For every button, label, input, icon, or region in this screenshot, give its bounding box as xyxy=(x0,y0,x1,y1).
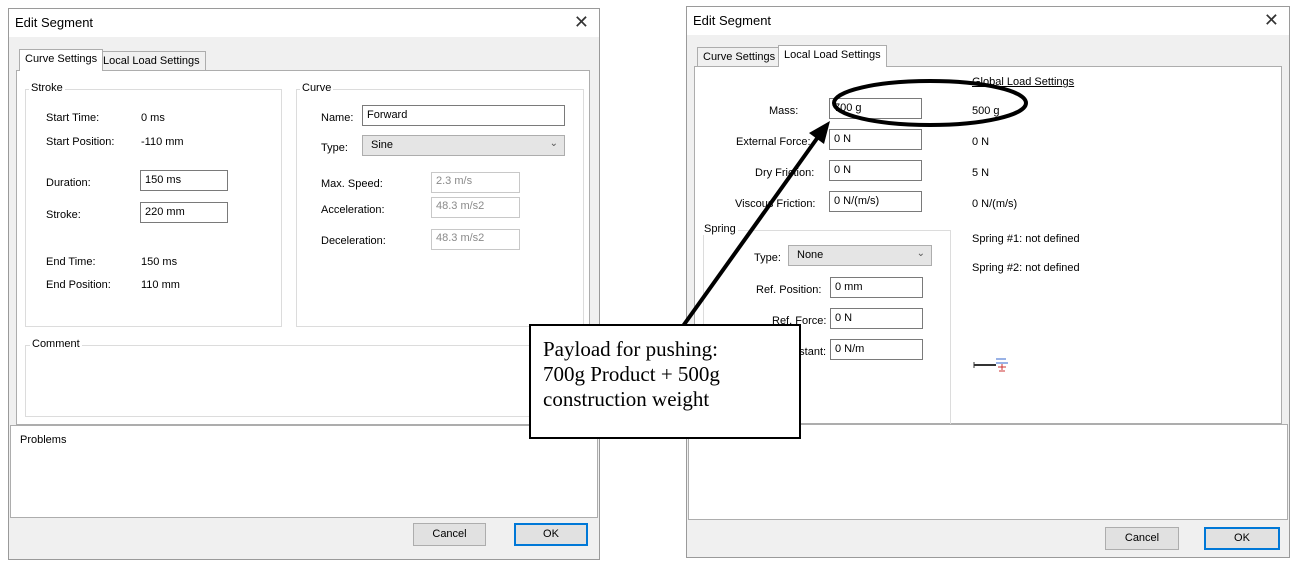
end-position-label: End Position: xyxy=(46,279,111,291)
edit-segment-dialog-left: Edit Segment ✕ Curve Settings Local Load… xyxy=(8,8,600,560)
ok-button[interactable]: OK xyxy=(514,523,588,546)
dry-friction-label: Dry Friction: xyxy=(755,167,815,179)
spring-type-select[interactable]: None ⌄ xyxy=(788,245,932,266)
comment-group[interactable]: Comment xyxy=(25,338,584,417)
title-bar: Edit Segment ✕ xyxy=(9,9,599,37)
tab-panel-curve-settings: Stroke Start Time: 0 ms Start Position: … xyxy=(16,70,590,425)
type-label: Type: xyxy=(321,142,348,154)
ok-button[interactable]: OK xyxy=(1204,527,1280,550)
name-label: Name: xyxy=(321,112,354,124)
chevron-down-icon: ⌄ xyxy=(549,138,558,149)
acceleration-label: Acceleration: xyxy=(321,204,385,216)
ref-position-label: Ref. Position: xyxy=(756,284,822,296)
tab-local-load-settings[interactable]: Local Load Settings xyxy=(778,45,887,67)
global-load-settings-header: Global Load Settings xyxy=(972,76,1075,88)
close-icon[interactable]: ✕ xyxy=(574,12,589,33)
mass-label: Mass: xyxy=(769,105,799,117)
comment-group-label: Comment xyxy=(30,338,82,350)
global-dry-friction-value: 5 N xyxy=(972,167,990,179)
tab-curve-settings[interactable]: Curve Settings xyxy=(697,47,782,67)
spring-group-label: Spring xyxy=(702,223,738,235)
callout-line-2: 700g Product + 500g xyxy=(543,362,720,386)
duration-input[interactable]: 150 ms xyxy=(140,170,228,191)
cancel-button[interactable]: Cancel xyxy=(1105,527,1179,550)
max-speed-label: Max. Speed: xyxy=(321,178,383,190)
name-input[interactable]: Forward xyxy=(362,105,565,126)
curve-group: Curve Name: Forward Type: Sine ⌄ Max. Sp… xyxy=(296,82,584,327)
close-icon[interactable]: ✕ xyxy=(1264,10,1279,31)
duration-label: Duration: xyxy=(46,177,91,189)
start-time-label: Start Time: xyxy=(46,112,100,124)
edit-segment-dialog-right: Edit Segment ✕ Curve Settings Local Load… xyxy=(686,6,1290,558)
end-position-value: 110 mm xyxy=(141,279,180,291)
external-force-label: External Force: xyxy=(736,136,811,148)
stroke-input[interactable]: 220 mm xyxy=(140,202,228,223)
spring1-status: Spring #1: not defined xyxy=(972,233,1080,245)
start-position-value: -110 mm xyxy=(141,136,184,148)
tab-curve-settings[interactable]: Curve Settings xyxy=(19,49,104,71)
start-position-label: Start Position: xyxy=(46,136,115,148)
external-force-input[interactable]: 0 N xyxy=(829,129,922,150)
callout-line-1: Payload for pushing: xyxy=(543,337,718,361)
stroke-label: Stroke: xyxy=(46,209,81,221)
spring-diagram-icon xyxy=(973,358,1008,372)
max-speed-field: 2.3 m/s xyxy=(431,172,520,193)
problems-panel: Problems xyxy=(10,425,598,518)
stroke-group: Stroke Start Time: 0 ms Start Position: … xyxy=(25,82,282,327)
tab-local-load-settings[interactable]: Local Load Settings xyxy=(97,51,206,71)
dry-friction-input[interactable]: 0 N xyxy=(829,160,922,181)
spring-type-label: Type: xyxy=(754,252,781,264)
cancel-button[interactable]: Cancel xyxy=(413,523,486,546)
chevron-down-icon: ⌄ xyxy=(916,248,925,259)
dialog-title: Edit Segment xyxy=(15,15,94,30)
global-viscous-friction-value: 0 N/(m/s) xyxy=(972,198,1018,210)
end-time-label: End Time: xyxy=(46,256,96,268)
spring-type-value: None xyxy=(797,249,824,261)
viscous-friction-label: Viscous Friction: xyxy=(735,198,816,210)
spring2-status: Spring #2: not defined xyxy=(972,262,1080,274)
constant-input[interactable]: 0 N/m xyxy=(830,339,923,360)
ref-position-input[interactable]: 0 mm xyxy=(830,277,923,298)
curve-group-label: Curve xyxy=(300,82,334,94)
end-time-value: 150 ms xyxy=(141,256,178,268)
title-bar: Edit Segment ✕ xyxy=(687,7,1289,35)
acceleration-field: 48.3 m/s2 xyxy=(431,197,520,218)
dialog-title: Edit Segment xyxy=(693,13,772,28)
callout-line-3: construction weight xyxy=(543,387,710,411)
deceleration-label: Deceleration: xyxy=(321,235,386,247)
annotation-callout: Payload for pushing: 700g Product + 500g… xyxy=(529,324,801,439)
type-select-value: Sine xyxy=(371,139,394,151)
problems-label: Problems xyxy=(20,434,67,446)
viscous-friction-input[interactable]: 0 N/(m/s) xyxy=(829,191,922,212)
stroke-group-label: Stroke xyxy=(29,82,65,94)
ref-force-input[interactable]: 0 N xyxy=(830,308,923,329)
global-mass-value: 500 g xyxy=(972,105,1000,117)
deceleration-field: 48.3 m/s2 xyxy=(431,229,520,250)
type-select[interactable]: Sine ⌄ xyxy=(362,135,565,156)
global-external-force-value: 0 N xyxy=(972,136,990,148)
start-time-value: 0 ms xyxy=(141,112,165,124)
mass-input[interactable]: 700 g xyxy=(829,98,922,119)
